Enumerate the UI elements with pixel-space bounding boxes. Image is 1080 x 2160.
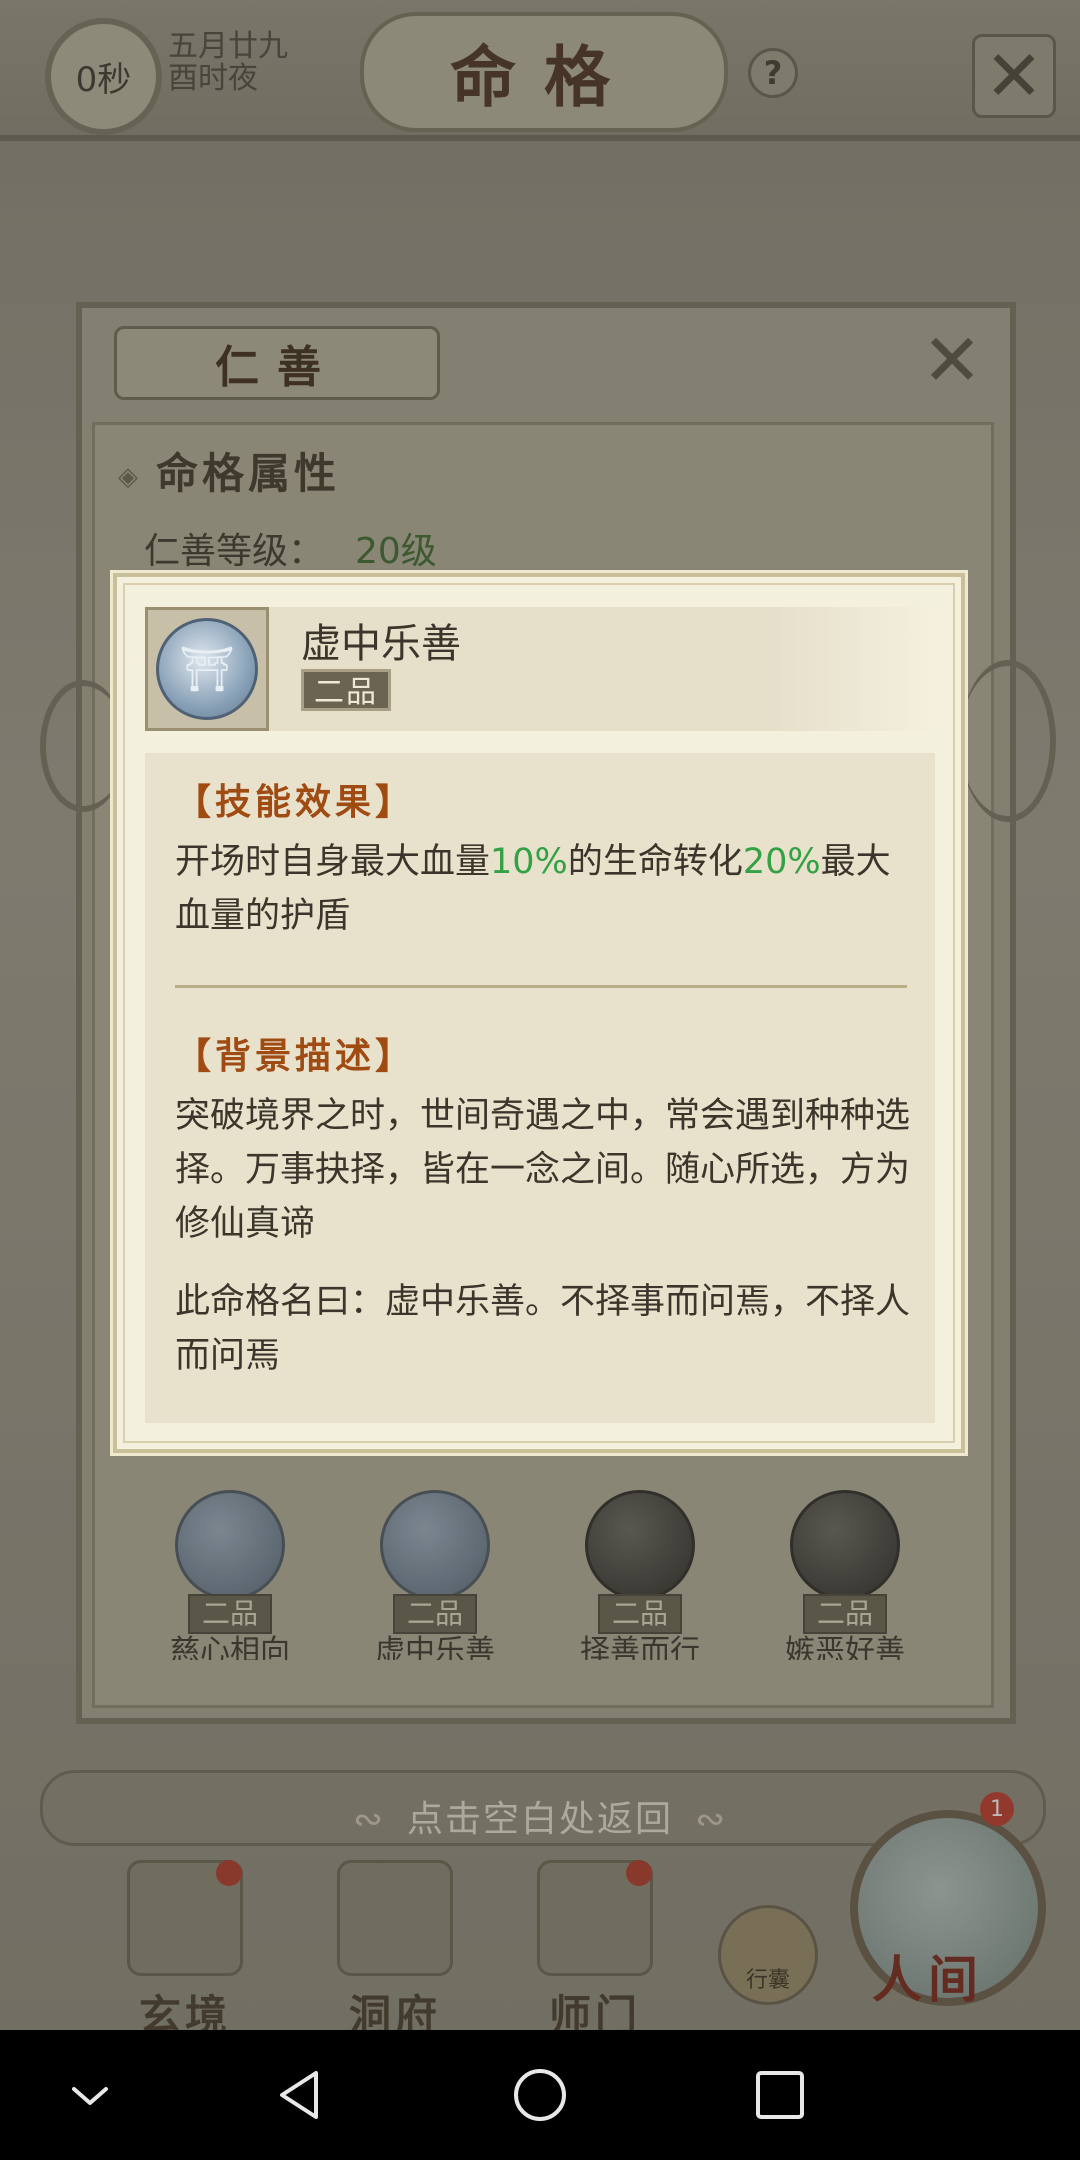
talent-name: 嫉恶好善 bbox=[785, 1634, 905, 1660]
effect-text-part: 的生命转化 bbox=[567, 842, 743, 882]
skill-icon: ⛩ bbox=[145, 607, 269, 731]
recents-icon[interactable] bbox=[750, 2065, 810, 2125]
talent-grade: 二品 bbox=[187, 1594, 272, 1634]
next-arrow-icon[interactable] bbox=[960, 660, 1056, 822]
effect-title: 【技能效果】 bbox=[175, 781, 416, 823]
talent-item[interactable]: 二品 慈心相向 bbox=[150, 1490, 310, 1660]
panel-title: 仁善 bbox=[114, 326, 440, 400]
back-icon[interactable] bbox=[270, 2065, 330, 2125]
background-title: 【背景描述】 bbox=[175, 1035, 416, 1077]
page-title: 命格 bbox=[360, 12, 728, 132]
cloud-deco-icon: ∾ bbox=[352, 1799, 385, 1840]
lunar-date: 五月廿九 bbox=[168, 29, 288, 64]
heart-orb-icon bbox=[175, 1490, 285, 1600]
chevron-down-icon[interactable] bbox=[60, 2065, 120, 2125]
panel-close-icon[interactable]: ✕ bbox=[918, 324, 986, 396]
talent-name: 慈心相向 bbox=[170, 1634, 290, 1660]
nav-label: 玄境 bbox=[138, 1991, 231, 2030]
level-label: 仁善等级： bbox=[144, 531, 325, 572]
game-screen: 0秒 五月廿九 酉时夜 命格 ? ✕ 仁善 ✕ 命格属性 仁善等级： 20级 二… bbox=[0, 0, 1080, 2030]
system-nav-bar bbox=[0, 2030, 1080, 2160]
top-bar: 0秒 五月廿九 酉时夜 命格 ? ✕ bbox=[0, 0, 1080, 141]
talent-grade: 二品 bbox=[802, 1594, 887, 1634]
pavilion-icon bbox=[337, 1860, 453, 1976]
notification-dot bbox=[216, 1860, 242, 1886]
talent-name: 虚中乐善 bbox=[375, 1634, 495, 1660]
renjian-label: 人间 bbox=[872, 1950, 984, 2009]
talent-name: 择善而行 bbox=[580, 1634, 700, 1660]
notification-dot bbox=[626, 1860, 652, 1886]
skill-content: 【技能效果】 开场时自身最大血量10%的生命转化20%最大血量的护盾 【背景描述… bbox=[145, 753, 935, 1423]
nav-dongfu[interactable]: 洞府 bbox=[310, 1860, 480, 2030]
effect-text: 开场时自身最大血量10%的生命转化20%最大血量的护盾 bbox=[175, 835, 915, 943]
level-value: 20级 bbox=[355, 531, 437, 572]
cauldron-orb-icon bbox=[380, 1490, 490, 1600]
background-text: 突破境界之时，世间奇遇之中，常会遇到种种选择。万事抉择，皆在一念之间。随心所选，… bbox=[175, 1096, 911, 1244]
nav-shimen[interactable]: 师门 bbox=[510, 1860, 680, 2030]
skill-popup: ⛩ 虚中乐善 二品 【技能效果】 开场时自身最大血量10%的生命转化20%最大血… bbox=[113, 573, 965, 1453]
talent-item[interactable]: 二品 择善而行 bbox=[560, 1490, 720, 1660]
divider bbox=[175, 985, 907, 988]
effect-value: 20% bbox=[742, 842, 821, 882]
renjian-badge: 1 bbox=[980, 1792, 1014, 1826]
eye-orb-icon bbox=[585, 1490, 695, 1600]
cloud-deco-icon: ∾ bbox=[695, 1799, 728, 1840]
talent-grade: 二品 bbox=[597, 1594, 682, 1634]
skill-name: 虚中乐善 bbox=[301, 621, 461, 667]
sphere-orb-icon bbox=[790, 1490, 900, 1600]
close-icon[interactable]: ✕ bbox=[972, 34, 1056, 118]
nav-xuanjing[interactable]: 玄境 bbox=[100, 1860, 270, 2030]
back-hint-text: 点击空白处返回 bbox=[406, 1799, 673, 1840]
nav-label: 洞府 bbox=[348, 1991, 441, 2030]
lunar-time: 酉时夜 bbox=[168, 61, 258, 96]
home-icon[interactable] bbox=[510, 2065, 570, 2125]
effect-text-part: 开场时自身最大血量 bbox=[175, 842, 491, 882]
section-title: 命格属性 bbox=[118, 440, 340, 501]
cauldron-icon: ⛩ bbox=[156, 618, 258, 720]
timer: 0秒 bbox=[45, 18, 162, 135]
skill-grade: 二品 bbox=[301, 669, 391, 711]
talent-item[interactable]: 二品 虚中乐善 bbox=[355, 1490, 515, 1660]
help-icon[interactable]: ? bbox=[748, 48, 798, 98]
effect-value: 10% bbox=[490, 842, 568, 882]
talent-grade: 二品 bbox=[392, 1594, 477, 1634]
bag-button[interactable]: 行囊 bbox=[718, 1905, 818, 2005]
talent-list: 二品 慈心相向 二品 虚中乐善 二品 择善而行 二品 嫉恶好善 bbox=[150, 1490, 940, 1660]
background-quote: 此命格名曰：虚中乐善。不择事而问焉，不择人而问焉 bbox=[175, 1282, 911, 1376]
nav-label: 师门 bbox=[548, 1991, 641, 2030]
talent-item[interactable]: 二品 嫉恶好善 bbox=[765, 1490, 925, 1660]
